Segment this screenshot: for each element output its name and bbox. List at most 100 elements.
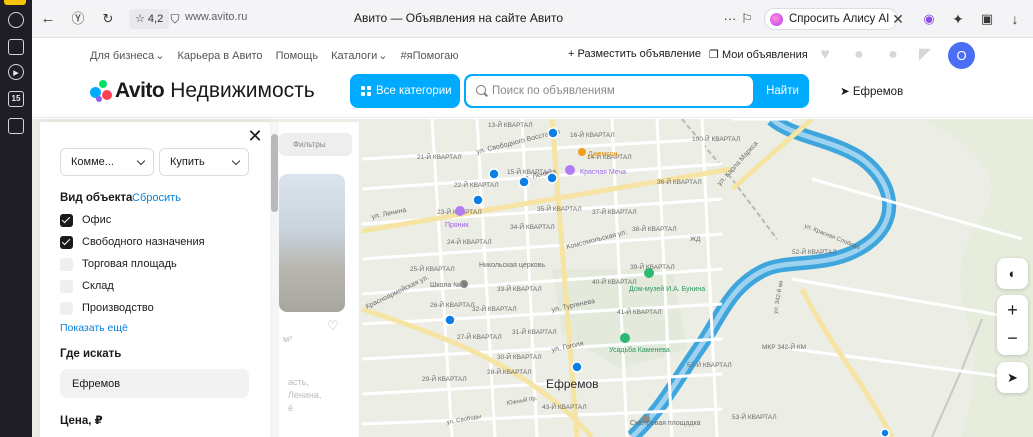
extension-k-icon[interactable]: ✕ [889,10,907,28]
my-ads-link[interactable]: ❐ Мои объявления [709,48,808,61]
filters-scrollbar[interactable] [270,122,279,437]
scrollbar-thumb[interactable] [271,134,278,212]
listing-marker[interactable] [880,428,890,437]
quarter-label: 53-Й КВАРТАЛ [732,412,777,421]
site-rating[interactable]: ☆ 4,2 [129,9,170,29]
map-layers-button[interactable]: ◐ [997,258,1028,289]
avito-logo[interactable]: Avito Недвижимость [90,77,315,105]
extension-circle-icon[interactable]: ◉ [920,10,938,28]
quarter-label: МКР 342-Й КМ [762,342,806,351]
listing-area: м² [283,334,293,344]
where-field[interactable] [60,369,249,398]
layers-icon: ◐ [1008,266,1017,281]
bell-icon[interactable]: ● [850,46,868,64]
post-ad-link[interactable]: + Разместить объявление [568,48,701,60]
avatar[interactable]: O [948,42,975,69]
calendar-icon[interactable]: 15 [8,91,24,107]
logo-subtitle: Недвижимость [170,79,315,102]
checkbox-warehouse[interactable]: Склад [60,279,114,293]
geolocation-button[interactable]: ➤ [997,362,1028,393]
quarter-label: 28-Й КВАРТАЛ [487,367,532,376]
listing-marker[interactable] [518,176,530,188]
quarter-label: 38-Й КВАРТАЛ [632,224,677,233]
poi-label: Пряник [445,222,469,229]
listing-marker[interactable] [472,194,484,206]
listing-marker[interactable] [547,127,559,139]
listing-marker[interactable] [488,168,500,180]
quarter-label: 34-Й КВАРТАЛ [510,222,555,231]
quarter-label: 33-Й КВАРТАЛ [497,284,542,293]
reset-link[interactable]: Сбросить [132,192,181,204]
shield-icon[interactable]: ⛉ [166,10,184,28]
city-label: Ефремов [852,86,904,98]
object-type-heading: Вид объекта [60,192,133,204]
quarter-label: 25-Й КВАРТАЛ [410,264,455,273]
listing-marker[interactable] [546,172,558,184]
zoom-in-button[interactable]: + [997,295,1028,325]
filters-chip[interactable]: Фильтры [279,133,352,156]
quarter-label: ЖД [690,236,701,243]
favorite-heart-icon[interactable]: ♡ [327,319,341,333]
category-select[interactable]: Комме... [60,148,154,176]
reader-icon[interactable]: ▣ [978,10,996,28]
checkbox-empty-icon [60,301,73,315]
yandex-badge [4,0,26,5]
back-icon[interactable]: ← [39,10,57,28]
chat-icon[interactable]: ● [884,46,902,64]
deal-select[interactable]: Купить [159,148,249,176]
cart-icon[interactable]: ◤ [916,46,934,64]
logo-dots-icon [90,80,112,102]
city-selector[interactable]: ➤ Ефремов [840,84,903,98]
quarter-label: 22-Й КВАРТАЛ [454,180,499,189]
nav-career[interactable]: Карьера в Авито [177,50,262,62]
checkbox-label: Торговая площадь [82,258,177,270]
quarter-label: 57-Й КВАРТАЛ [687,360,732,369]
checkbox-free-purpose[interactable]: Свободного назначения [60,235,205,249]
checkbox-empty-icon [60,279,73,293]
extensions-icon[interactable]: ✦ [949,10,967,28]
tabs-icon[interactable] [8,39,24,55]
yandex-icon[interactable]: Ⓨ [69,10,87,28]
listing-address-line: Ленина, [288,390,322,400]
zoom-control: + − [997,295,1028,355]
search-input[interactable] [466,76,753,106]
clock-icon[interactable] [8,12,24,28]
checkbox-retail[interactable]: Торговая площадь [60,257,177,271]
quarter-label: 16-Й КВАРТАЛ [570,130,615,139]
nav-catalogs[interactable]: Каталоги [331,50,377,62]
reload-icon[interactable]: ↻ [99,10,117,28]
all-categories-button[interactable]: Все категории [350,74,460,108]
poi-label: Школа № 9 [430,282,467,289]
bookmark-icon[interactable]: ⚐ [738,10,756,28]
more-icon[interactable]: ··· [721,10,739,28]
listing-photo[interactable] [279,174,345,312]
checkbox-empty-icon [60,257,73,271]
screenshot-icon[interactable] [8,118,24,134]
download-icon[interactable]: ↓ [1006,10,1024,28]
alice-label: Спросить Алису AI [789,13,890,25]
close-icon[interactable]: ✕ [247,127,263,145]
heart-icon[interactable]: ♥ [816,46,834,64]
poi-label: Красная Меча [580,169,626,176]
show-more-link[interactable]: Показать ещё [60,322,128,334]
address-bar[interactable]: www.avito.ru [185,11,247,23]
quarter-label: 100-Й КВАРТАЛ [692,134,740,143]
checkbox-production[interactable]: Производство [60,301,154,315]
find-button[interactable]: Найти [756,74,809,108]
quarter-label: 27-Й КВАРТАЛ [457,332,502,341]
listing-marker[interactable] [571,361,583,373]
alice-button[interactable]: Спросить Алису AI [764,8,899,30]
nav-ya-pomogayu[interactable]: #яПомогаю [401,50,459,62]
zoom-out-button[interactable]: − [997,325,1028,355]
nav-for-business[interactable]: Для бизнеса [90,50,154,62]
quarter-label: 41-Й КВАРТАЛ [617,307,662,316]
play-icon[interactable]: ▸ [8,64,24,80]
quarter-label: 35-Й КВАРТАЛ [537,204,582,213]
poi-label: Смотровая площадка [630,420,701,427]
rating-value: 4,2 [147,13,164,25]
street-label: ул. Красная Слобода [803,223,861,251]
nav-help[interactable]: Помощь [276,50,319,62]
quarter-label: 36-Й КВАРТАЛ [657,177,702,186]
listing-marker[interactable] [444,314,456,326]
checkbox-office[interactable]: Офис [60,213,111,227]
